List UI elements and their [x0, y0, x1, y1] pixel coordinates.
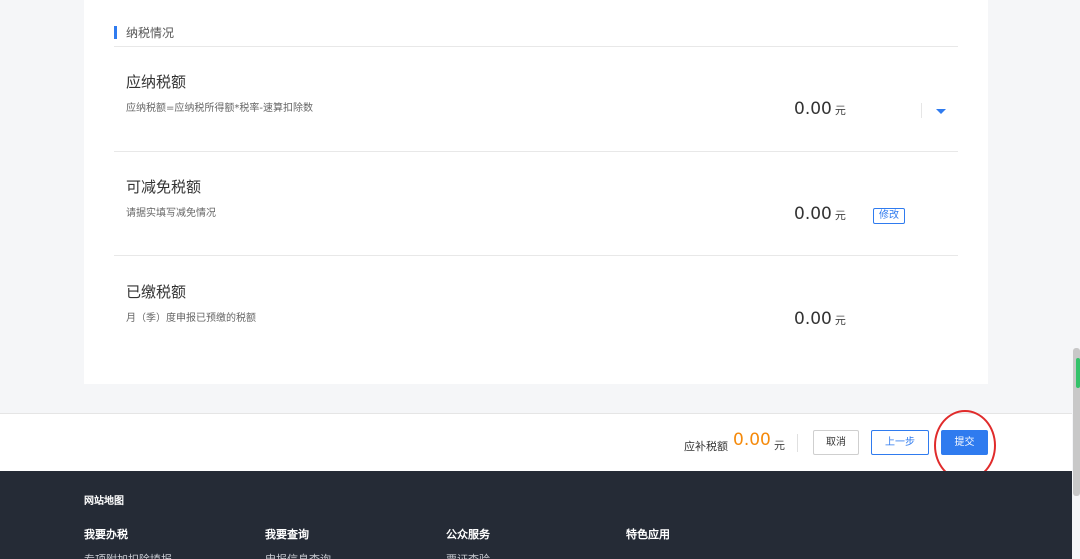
amount-unit: 元: [834, 104, 846, 117]
amount-value: 0.00: [794, 99, 832, 119]
footer-link[interactable]: 专项附加扣除填报: [84, 551, 172, 559]
amount-unit: 元: [834, 209, 846, 222]
section-header: 纳税情况: [114, 24, 174, 40]
amount-payable: 0.00 元: [794, 99, 846, 119]
separator-line: [921, 103, 922, 118]
footer-col-head: 我要查询: [265, 528, 309, 541]
divider: [114, 151, 958, 152]
divider: [114, 255, 958, 256]
footer-col-head: 特色应用: [626, 528, 670, 541]
site-footer: 网站地图 我要办税 我要查询 公众服务 特色应用 专项附加扣除填报 申报信息查询…: [0, 471, 1072, 559]
caret-down-icon[interactable]: [936, 109, 946, 114]
row-desc-payable: 应纳税额=应纳税所得额*税率-速算扣除数: [126, 103, 313, 114]
bottom-action-bar: 应补税额 0.00 元 取消 上一步 提交: [0, 413, 1072, 471]
site-map-title: 网站地图: [84, 496, 124, 507]
footer-col-head: 公众服务: [446, 528, 490, 541]
footer-col-head: 我要办税: [84, 528, 128, 541]
row-title-reduction: 可减免税额: [126, 178, 202, 196]
divider: [114, 46, 958, 47]
side-widget-tab[interactable]: [1076, 358, 1080, 388]
supplement-tax-amount: 0.00: [733, 430, 771, 450]
amount-unit: 元: [834, 314, 846, 327]
edit-reduction-button[interactable]: 修改: [873, 208, 905, 224]
amount-value: 0.00: [794, 309, 832, 329]
footer-link[interactable]: 票证查验: [446, 551, 490, 559]
amount-paid: 0.00 元: [794, 309, 846, 329]
section-accent-bar: [114, 25, 117, 39]
cancel-button[interactable]: 取消: [813, 430, 859, 455]
tax-card: [84, 0, 988, 384]
row-title-payable: 应纳税额: [126, 73, 187, 91]
row-desc-reduction: 请据实填写减免情况: [126, 208, 216, 219]
separator-line: [797, 434, 798, 452]
footer-link[interactable]: 申报信息查询: [265, 551, 331, 559]
supplement-tax-unit: 元: [774, 439, 785, 452]
supplement-tax-label: 应补税额: [684, 440, 728, 453]
previous-step-button[interactable]: 上一步: [871, 430, 929, 455]
amount-value: 0.00: [794, 204, 832, 224]
row-desc-paid: 月（季）度申报已预缴的税额: [126, 313, 256, 324]
section-title: 纳税情况: [126, 25, 175, 40]
amount-reduction: 0.00 元: [794, 204, 846, 224]
row-title-paid: 已缴税额: [126, 283, 187, 301]
